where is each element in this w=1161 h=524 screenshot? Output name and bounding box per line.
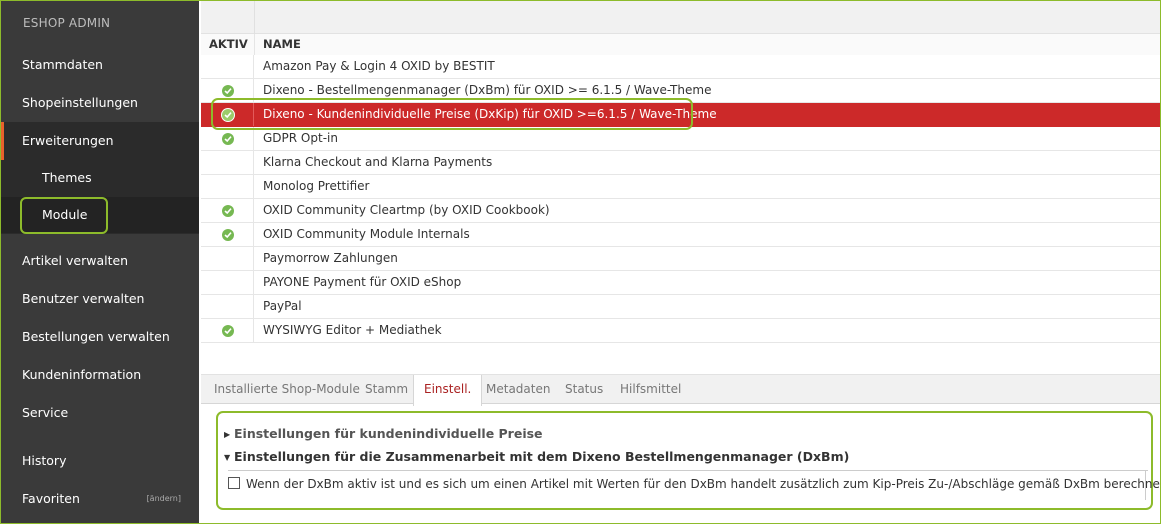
check-circle-icon [222,205,234,217]
cell-aktiv [201,199,254,222]
sidebar-item-stammdaten[interactable]: Stammdaten [1,46,199,84]
sidebar: ESHOP ADMIN Stammdaten Shopeinstellungen… [1,1,199,523]
column-divider [254,1,255,34]
settings-panel: ▶ Einstellungen für kundenindividuelle Pr… [216,411,1161,510]
sidebar-item-benutzer[interactable]: Benutzer verwalten [1,280,199,318]
cell-name[interactable]: Klarna Checkout and Klarna Payments [263,151,492,174]
cell-name[interactable]: Paymorrow Zahlungen [263,247,398,270]
cell-aktiv [201,271,254,294]
brand-title: ESHOP ADMIN [23,16,111,30]
cell-aktiv [201,319,254,342]
cell-name[interactable]: GDPR Opt-in [263,127,338,150]
table-row[interactable]: Klarna Checkout and Klarna Payments [201,151,1160,175]
tab-metadaten[interactable]: Metadaten [476,375,560,404]
settings-group-kip-label: Einstellungen für kundenindividuelle Pre… [234,426,543,441]
table-row[interactable]: WYSIWYG Editor + Mediathek [201,319,1160,343]
cell-name[interactable]: PayPal [263,295,302,318]
sidebar-subitem-themes[interactable]: Themes [1,160,199,196]
sidebar-item-artikel[interactable]: Artikel verwalten [1,242,199,280]
sidebar-item-erweiterungen[interactable]: Erweiterungen [1,122,199,160]
selected-row-highlight-frame [211,98,693,130]
sidebar-item-service[interactable]: Service [1,394,199,432]
table-row[interactable]: GDPR Opt-in [201,127,1160,151]
table-row[interactable]: PAYONE Payment für OXID eShop [201,271,1160,295]
module-table: AKTIV NAME Amazon Pay & Login 4 OXID by … [201,34,1160,343]
settings-group-dxbm[interactable]: ▼ Einstellungen für die Zusammenarbeit mi… [224,449,849,464]
triangle-right-icon: ▶ [224,430,231,439]
check-circle-icon [222,325,234,337]
tab-stamm[interactable]: Stamm [355,375,418,404]
sidebar-item-shopeinstellungen[interactable]: Shopeinstellungen [1,84,199,122]
check-circle-icon [222,229,234,241]
module-highlight-frame [20,197,108,234]
tab-status[interactable]: Status [555,375,613,404]
table-header: AKTIV NAME [201,34,1160,55]
dxbm-surcharge-checkbox[interactable] [228,477,240,489]
cell-name[interactable]: OXID Community Cleartmp (by OXID Cookboo… [263,199,550,222]
cell-name[interactable]: PAYONE Payment für OXID eShop [263,271,461,294]
table-row[interactable]: Amazon Pay & Login 4 OXID by BESTIT [201,55,1160,79]
sidebar-item-history[interactable]: History [1,442,199,480]
setting-option-dxbm: Wenn der DxBm aktiv ist und es sich um e… [228,477,1161,491]
tab-installierte-module[interactable]: Installierte Shop-Module [204,375,370,404]
cell-aktiv [201,175,254,198]
check-circle-icon [222,85,234,97]
cell-name[interactable]: OXID Community Module Internals [263,223,470,246]
table-row[interactable]: OXID Community Module Internals [201,223,1160,247]
dxbm-surcharge-label: Wenn der DxBm aktiv ist und es sich um e… [246,477,1161,491]
cell-name[interactable]: Amazon Pay & Login 4 OXID by BESTIT [263,55,495,78]
favoriten-edit-link[interactable]: [ändern] [147,494,181,503]
column-header-name[interactable]: NAME [263,34,301,55]
settings-group-kip[interactable]: ▶ Einstellungen für kundenindividuelle Pr… [224,426,543,441]
cell-aktiv [201,55,254,78]
check-circle-icon [222,133,234,145]
cell-aktiv [201,127,254,150]
cell-name[interactable]: Monolog Prettifier [263,175,369,198]
triangle-down-icon: ▼ [224,453,231,462]
tab-hilfsmittel[interactable]: Hilfsmittel [610,375,691,404]
tab-einstellungen[interactable]: Einstell. [413,375,483,406]
cell-aktiv [201,151,254,174]
column-divider [254,34,255,55]
table-row[interactable]: OXID Community Cleartmp (by OXID Cookboo… [201,199,1160,223]
column-header-aktiv[interactable]: AKTIV [209,34,248,55]
cell-aktiv [201,295,254,318]
settings-group-dxbm-label: Einstellungen für die Zusammenarbeit mit… [234,449,850,464]
sidebar-item-bestellungen[interactable]: Bestellungen verwalten [1,318,199,356]
table-row[interactable]: PayPal [201,295,1160,319]
cell-aktiv [201,223,254,246]
table-row[interactable]: Paymorrow Zahlungen [201,247,1160,271]
cell-aktiv [201,247,254,270]
table-row[interactable]: Monolog Prettifier [201,175,1160,199]
divider [228,470,1148,471]
list-toolbar [201,1,1160,34]
sidebar-item-kundeninformation[interactable]: Kundeninformation [1,356,199,394]
cell-name[interactable]: WYSIWYG Editor + Mediathek [263,319,442,342]
detail-tabs: Installierte Shop-Module Stamm Einstell.… [201,374,1160,406]
